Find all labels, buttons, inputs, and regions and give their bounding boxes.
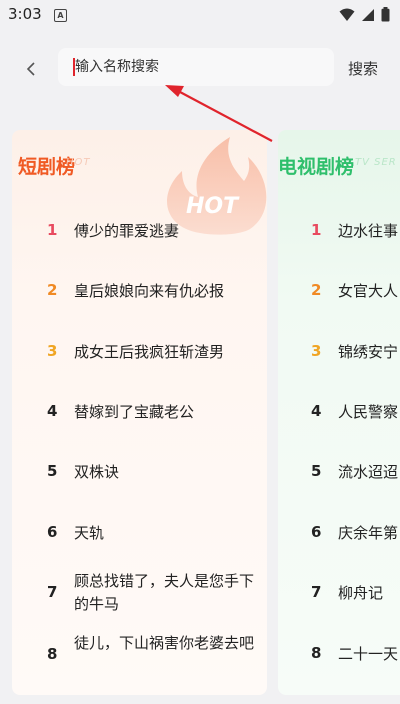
rank-title: 双株诀 bbox=[74, 463, 120, 481]
rank-title: 傅少的罪爱逃妻 bbox=[74, 222, 180, 240]
rank-number: 5 bbox=[47, 462, 58, 480]
battery-icon bbox=[381, 7, 390, 22]
rank-number: 2 bbox=[311, 281, 322, 299]
search-box[interactable] bbox=[58, 48, 334, 86]
rank-title: 锦绣安宁 bbox=[338, 343, 399, 361]
rank-title: 皇后娘娘向来有仇必报 bbox=[74, 282, 225, 300]
rank-number: 4 bbox=[311, 402, 322, 420]
search-header: 搜索 bbox=[0, 30, 400, 110]
rank-title: 庆余年第 bbox=[338, 524, 399, 542]
signal-icon bbox=[362, 8, 374, 21]
notification-icon: A bbox=[54, 9, 67, 22]
text-cursor bbox=[73, 58, 75, 76]
tv-drama-card: 电视剧榜 TV SER 1 边水往事 2 女官大人 3 锦绣安宁 4 人民警察 … bbox=[278, 130, 400, 695]
rank-number: 7 bbox=[311, 583, 322, 601]
rank-number: 1 bbox=[311, 221, 322, 239]
rank-number: 8 bbox=[311, 644, 322, 662]
rank-number: 4 bbox=[47, 402, 58, 420]
status-bar: 3:03 A bbox=[0, 0, 400, 30]
rank-title: 二十一天 bbox=[338, 645, 399, 663]
rank-number: 7 bbox=[47, 583, 58, 601]
rank-title: 徒儿，下山祸害你老婆去吧 bbox=[74, 634, 255, 652]
rank-title: 流水迢迢 bbox=[338, 463, 399, 481]
flame-badge-text: HOT bbox=[186, 194, 240, 219]
status-icons bbox=[339, 7, 390, 22]
tv-drama-subtitle: TV SER bbox=[355, 157, 397, 168]
rank-title: 人民警察 bbox=[338, 403, 399, 421]
rank-number: 3 bbox=[311, 342, 322, 360]
rank-title: 边水往事 bbox=[338, 222, 399, 240]
rank-title: 替嫁到了宝藏老公 bbox=[74, 403, 195, 421]
rank-number: 2 bbox=[47, 281, 58, 299]
rank-title: 天轨 bbox=[74, 524, 105, 542]
rank-title: 女官大人 bbox=[338, 282, 399, 300]
rank-title: 成女王后我疯狂斩渣男 bbox=[74, 343, 225, 361]
rank-number: 6 bbox=[311, 523, 322, 541]
rank-number: 3 bbox=[47, 342, 58, 360]
wifi-icon bbox=[339, 8, 355, 21]
short-drama-subtitle: HOT bbox=[66, 157, 91, 168]
rank-number: 6 bbox=[47, 523, 58, 541]
rank-title: 柳舟记 bbox=[338, 584, 384, 602]
back-button[interactable] bbox=[14, 52, 48, 86]
rank-title: 顾总找错了，夫人是您手下的牛马 bbox=[74, 572, 255, 613]
rank-number: 1 bbox=[47, 221, 58, 239]
rank-number: 8 bbox=[47, 645, 58, 663]
search-button[interactable]: 搜索 bbox=[348, 58, 378, 79]
short-drama-card: HOT 短剧榜 HOT 1 傅少的罪爱逃妻 2 皇后娘娘向来有仇必报 3 成女王… bbox=[12, 130, 267, 695]
tv-drama-title: 电视剧榜 bbox=[278, 156, 355, 178]
rank-number: 5 bbox=[311, 462, 322, 480]
status-time: 3:03 bbox=[8, 5, 42, 23]
chevron-left-icon bbox=[26, 62, 35, 76]
search-input[interactable] bbox=[75, 48, 325, 86]
